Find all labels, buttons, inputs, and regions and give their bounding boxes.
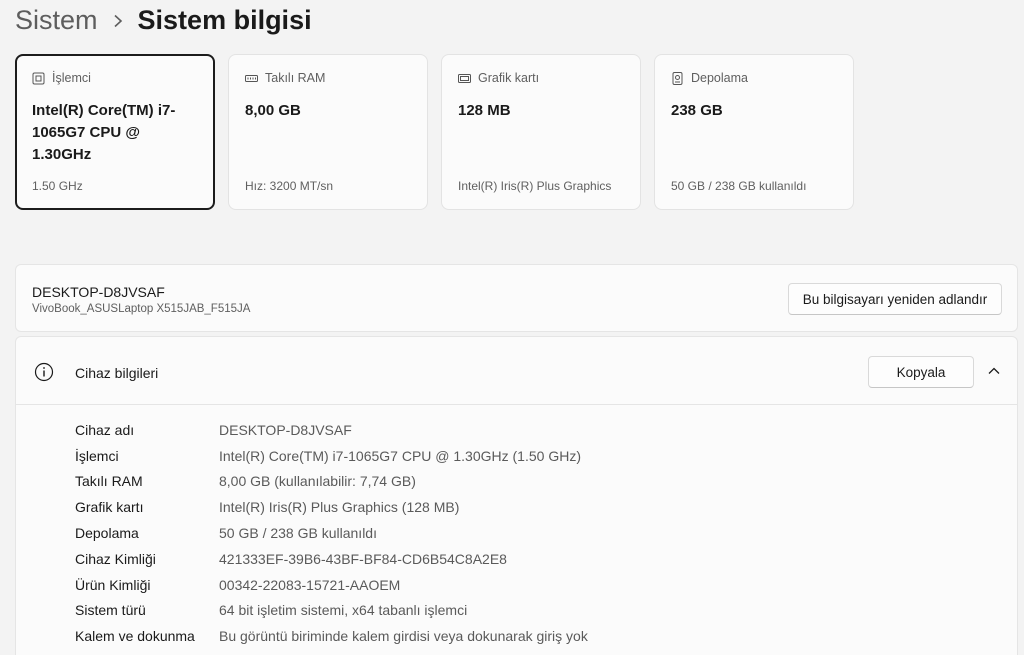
info-row-ram: Takılı RAM 8,00 GB (kullanılabilir: 7,74… <box>75 469 588 495</box>
copy-button[interactable]: Kopyala <box>868 356 974 388</box>
device-name: DESKTOP-D8JVSAF <box>32 284 165 300</box>
card-label: Takılı RAM <box>265 71 326 85</box>
spec-card-processor[interactable]: İşlemci Intel(R) Core(TM) i7-1065G7 CPU … <box>15 54 215 210</box>
processor-icon <box>32 72 45 85</box>
breadcrumb-parent-link[interactable]: Sistem <box>15 5 98 36</box>
info-row-pen-touch: Kalem ve dokunma Bu görüntü biriminde ka… <box>75 623 588 649</box>
info-key: Grafik kartı <box>75 499 144 516</box>
info-key: Sistem türü <box>75 602 146 619</box>
storage-icon <box>671 71 684 85</box>
info-value: 421333EF-39B6-43BF-BF84-CD6B54C8A2E8 <box>219 550 507 567</box>
card-subtext: Hız: 3200 MT/sn <box>245 179 334 193</box>
card-subtext: Intel(R) Iris(R) Plus Graphics <box>458 179 612 193</box>
info-key: Cihaz Kimliği <box>75 550 156 567</box>
graphics-card-icon <box>458 72 471 85</box>
spec-card-storage[interactable]: Depolama 238 GB 50 GB / 238 GB kullanıld… <box>654 54 854 210</box>
card-value: 8,00 GB <box>245 102 301 119</box>
card-label: Depolama <box>691 71 748 85</box>
page-title: Sistem bilgisi <box>137 4 312 35</box>
card-value: 128 MB <box>458 102 511 119</box>
info-row-device-id: Cihaz Kimliği 421333EF-39B6-43BF-BF84-CD… <box>75 546 588 572</box>
breadcrumb: Sistem Sistem bilgisi <box>15 2 312 38</box>
info-key: Kalem ve dokunma <box>75 628 195 645</box>
info-key: Takılı RAM <box>75 473 143 490</box>
spec-card-graphics[interactable]: Grafik kartı 128 MB Intel(R) Iris(R) Plu… <box>441 54 641 210</box>
info-key: Cihaz adı <box>75 421 135 438</box>
device-name-panel: DESKTOP-D8JVSAF VivoBook_ASUSLaptop X515… <box>15 264 1018 332</box>
device-info-header[interactable]: Cihaz bilgileri Kopyala <box>16 337 1017 405</box>
card-label: İşlemci <box>52 71 91 85</box>
spec-card-ram[interactable]: Takılı RAM 8,00 GB Hız: 3200 MT/sn <box>228 54 428 210</box>
info-value: 64 bit işletim sistemi, x64 tabanlı işle… <box>219 602 468 619</box>
info-value: DESKTOP-D8JVSAF <box>219 421 352 438</box>
info-key: Ürün Kimliği <box>75 576 151 593</box>
card-value: 238 GB <box>671 102 723 119</box>
card-value: Intel(R) Core(TM) i7-1065G7 CPU @ 1.30GH… <box>32 102 176 163</box>
rename-pc-button[interactable]: Bu bilgisayarı yeniden adlandır <box>788 283 1002 315</box>
device-info-rows: Cihaz adı DESKTOP-D8JVSAF İşlemci Intel(… <box>75 417 588 649</box>
info-key: Depolama <box>75 525 139 542</box>
info-row-storage: Depolama 50 GB / 238 GB kullanıldı <box>75 520 588 546</box>
device-info-section: Cihaz bilgileri Kopyala Cihaz adı DESKTO… <box>15 336 1018 655</box>
card-subtext: 1.50 GHz <box>32 179 83 193</box>
info-row-processor: İşlemci Intel(R) Core(TM) i7-1065G7 CPU … <box>75 443 588 469</box>
info-value: Intel(R) Core(TM) i7-1065G7 CPU @ 1.30GH… <box>219 447 581 464</box>
info-value: Bu görüntü biriminde kalem girdisi veya … <box>219 628 588 645</box>
info-row-product-id: Ürün Kimliği 00342-22083-15721-AAOEM <box>75 572 588 598</box>
info-value: 8,00 GB (kullanılabilir: 7,74 GB) <box>219 473 416 490</box>
chevron-right-icon <box>112 12 124 28</box>
chevron-up-icon[interactable] <box>986 363 1002 379</box>
info-key: İşlemci <box>75 447 119 464</box>
info-value: Intel(R) Iris(R) Plus Graphics (128 MB) <box>219 499 460 516</box>
card-subtext: 50 GB / 238 GB kullanıldı <box>671 179 807 193</box>
info-value: 50 GB / 238 GB kullanıldı <box>219 525 377 542</box>
system-info-page: Sistem Sistem bilgisi İşlemci Intel(R) C… <box>0 0 1024 655</box>
ram-icon <box>245 72 258 85</box>
info-value: 00342-22083-15721-AAOEM <box>219 576 401 593</box>
info-row-device-name: Cihaz adı DESKTOP-D8JVSAF <box>75 417 588 443</box>
info-icon <box>34 362 54 382</box>
device-model: VivoBook_ASUSLaptop X515JAB_F515JA <box>32 303 251 315</box>
info-row-graphics: Grafik kartı Intel(R) Iris(R) Plus Graph… <box>75 494 588 520</box>
spec-cards: İşlemci Intel(R) Core(TM) i7-1065G7 CPU … <box>15 54 854 210</box>
card-label: Grafik kartı <box>478 71 540 85</box>
info-row-system-type: Sistem türü 64 bit işletim sistemi, x64 … <box>75 598 588 624</box>
device-info-title: Cihaz bilgileri <box>75 365 159 381</box>
